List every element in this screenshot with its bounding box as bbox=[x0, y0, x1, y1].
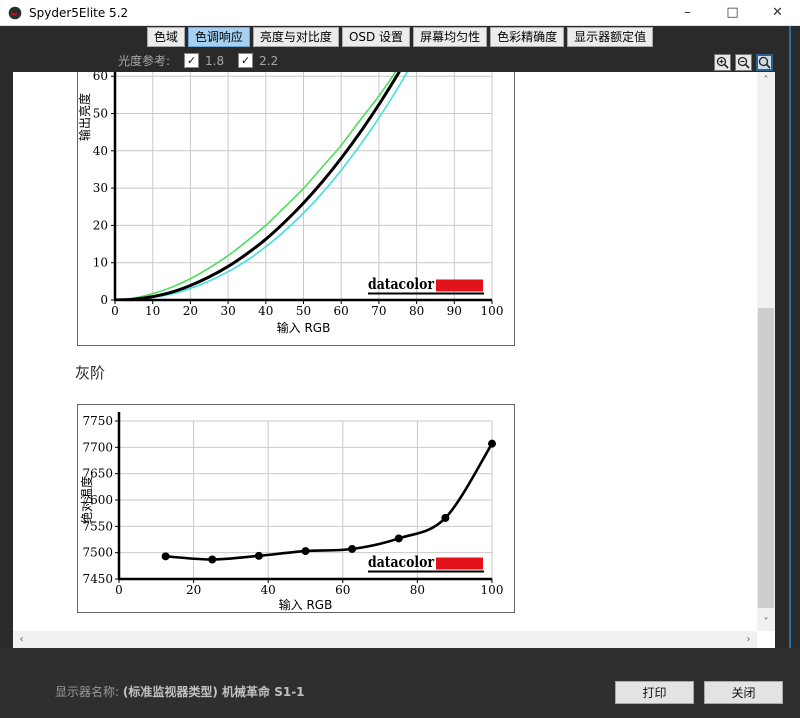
svg-text:绝对温度: 绝对温度 bbox=[79, 476, 94, 524]
svg-text:50: 50 bbox=[296, 304, 311, 318]
svg-text:20: 20 bbox=[93, 218, 108, 232]
tone-response-chart-container: 01020304050607080901000102030405060输入 RG… bbox=[77, 72, 515, 346]
zoom-reset-button[interactable] bbox=[756, 54, 773, 71]
svg-text:7750: 7750 bbox=[82, 414, 113, 428]
tab-color-accuracy[interactable]: 色彩精确度 bbox=[490, 27, 564, 47]
svg-text:100: 100 bbox=[481, 304, 504, 318]
svg-text:40: 40 bbox=[258, 304, 273, 318]
print-button[interactable]: 打印 bbox=[615, 681, 694, 704]
monitor-name-value: (标准监视器类型) 机械革命 S1-1 bbox=[123, 685, 305, 699]
zoom-in-button[interactable] bbox=[714, 54, 731, 71]
tone-response-chart: 01020304050607080901000102030405060输入 RG… bbox=[77, 72, 515, 346]
svg-text:30: 30 bbox=[93, 181, 108, 195]
svg-text:50: 50 bbox=[93, 107, 108, 121]
svg-text:7700: 7700 bbox=[82, 440, 113, 454]
svg-text:30: 30 bbox=[220, 304, 235, 318]
svg-text:70: 70 bbox=[371, 304, 386, 318]
svg-text:10: 10 bbox=[145, 304, 160, 318]
window-edge-accent bbox=[789, 26, 791, 708]
report-scroll-area: 01020304050607080901000102030405060输入 RG… bbox=[13, 72, 775, 648]
datacolor-logo: datacolor bbox=[368, 275, 484, 294]
zoom-out-icon bbox=[737, 56, 750, 69]
tab-gamut[interactable]: 色域 bbox=[147, 27, 185, 47]
checkbox-gamma-2.2[interactable]: ✓ bbox=[238, 53, 253, 68]
checkbox-gamma-1.8-label: 1.8 bbox=[205, 54, 224, 68]
maximize-button[interactable]: □ bbox=[710, 0, 755, 25]
close-button[interactable]: ✕ bbox=[755, 0, 800, 25]
tab-tone-response[interactable]: 色调响应 bbox=[188, 27, 250, 47]
tab-brightness-contrast[interactable]: 亮度与对比度 bbox=[253, 27, 339, 47]
checkbox-gamma-2.2-label: 2.2 bbox=[259, 54, 278, 68]
svg-text:7450: 7450 bbox=[82, 572, 113, 586]
tab-bar: 色域 色调响应 亮度与对比度 OSD 设置 屏幕均匀性 色彩精确度 显示器额定值 bbox=[0, 27, 800, 47]
svg-text:60: 60 bbox=[335, 583, 350, 597]
tab-screen-uniformity[interactable]: 屏幕均匀性 bbox=[413, 27, 487, 47]
svg-text:输入 RGB: 输入 RGB bbox=[279, 597, 333, 612]
svg-text:datacolor: datacolor bbox=[368, 553, 435, 571]
svg-text:0: 0 bbox=[100, 293, 108, 307]
scroll-right-icon[interactable]: › bbox=[740, 631, 757, 648]
svg-text:datacolor: datacolor bbox=[368, 275, 435, 293]
vertical-scrollbar[interactable]: ˄ ˅ bbox=[757, 72, 775, 631]
magnifier-icon bbox=[758, 56, 771, 69]
svg-text:40: 40 bbox=[93, 144, 108, 158]
svg-text:80: 80 bbox=[410, 583, 425, 597]
svg-text:输入 RGB: 输入 RGB bbox=[277, 320, 331, 335]
grayscale-temperature-chart-container: 0204060801007450750075507600765077007750… bbox=[77, 404, 515, 613]
luminance-reference-label: 光度参考: bbox=[118, 52, 170, 69]
svg-text:10: 10 bbox=[93, 256, 108, 270]
svg-text:0: 0 bbox=[115, 583, 123, 597]
zoom-in-icon bbox=[716, 56, 729, 69]
svg-text:20: 20 bbox=[183, 304, 198, 318]
horizontal-scrollbar[interactable]: ‹ › bbox=[13, 631, 757, 648]
tab-osd-settings[interactable]: OSD 设置 bbox=[342, 27, 410, 47]
svg-text:90: 90 bbox=[447, 304, 462, 318]
scroll-down-icon[interactable]: ˅ bbox=[757, 614, 775, 631]
grayscale-temperature-chart: 0204060801007450750075507600765077007750… bbox=[77, 404, 515, 613]
zoom-out-button[interactable] bbox=[735, 54, 752, 71]
header-bar: 色域 色调响应 亮度与对比度 OSD 设置 屏幕均匀性 色彩精确度 显示器额定值… bbox=[0, 26, 800, 72]
monitor-name-label: 显示器名称: bbox=[55, 685, 119, 699]
svg-text:60: 60 bbox=[334, 304, 349, 318]
scroll-up-icon[interactable]: ˄ bbox=[757, 72, 775, 89]
zoom-toolbar bbox=[714, 54, 773, 71]
monitor-status: 显示器名称: (标准监视器类型) 机械革命 S1-1 bbox=[55, 683, 305, 700]
svg-text:60: 60 bbox=[93, 72, 108, 83]
datacolor-logo: datacolor bbox=[368, 553, 484, 572]
svg-text:7500: 7500 bbox=[82, 546, 113, 560]
window-controls: – □ ✕ bbox=[665, 0, 800, 25]
app-logo-icon bbox=[8, 6, 22, 20]
svg-text:0: 0 bbox=[111, 304, 119, 318]
close-dialog-button[interactable]: 关闭 bbox=[704, 681, 783, 704]
vertical-scrollbar-thumb[interactable] bbox=[758, 308, 774, 608]
window-title: Spyder5Elite 5.2 bbox=[29, 6, 128, 20]
minimize-button[interactable]: – bbox=[665, 0, 710, 25]
footer-buttons: 打印 关闭 bbox=[615, 681, 783, 704]
svg-text:40: 40 bbox=[261, 583, 276, 597]
checkbox-gamma-1.8[interactable]: ✓ bbox=[184, 53, 199, 68]
luminance-reference-toolbar: 光度参考: ✓ 1.8 ✓ 2.2 bbox=[118, 52, 278, 69]
tab-display-rating[interactable]: 显示器额定值 bbox=[567, 27, 653, 47]
svg-text:100: 100 bbox=[481, 583, 504, 597]
grayscale-section-title: 灰阶 bbox=[75, 362, 105, 383]
svg-text:20: 20 bbox=[186, 583, 201, 597]
title-bar: Spyder5Elite 5.2 – □ ✕ bbox=[0, 0, 800, 26]
svg-text:80: 80 bbox=[409, 304, 424, 318]
footer-bar: 显示器名称: (标准监视器类型) 机械革命 S1-1 打印 关闭 bbox=[0, 648, 800, 718]
svg-text:输出亮度: 输出亮度 bbox=[77, 93, 92, 141]
scroll-left-icon[interactable]: ‹ bbox=[13, 631, 30, 648]
